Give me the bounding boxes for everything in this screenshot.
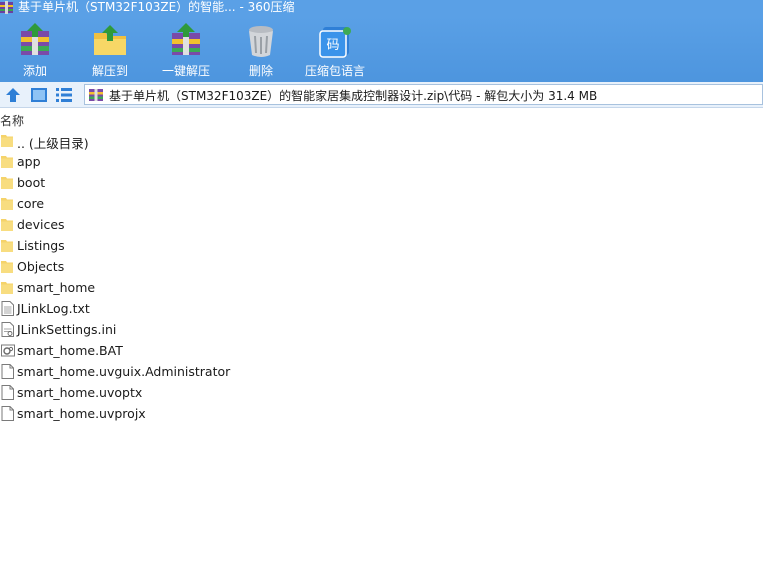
list-view-icon[interactable] bbox=[55, 86, 73, 104]
zip-archive-icon bbox=[89, 89, 103, 101]
file-name: Objects bbox=[17, 259, 65, 274]
delete-button[interactable]: 删除 bbox=[236, 16, 286, 82]
folder-icon bbox=[1, 261, 13, 273]
up-arrow-icon[interactable] bbox=[4, 86, 22, 104]
blank-file-icon bbox=[1, 406, 14, 421]
list-item-jlinksettings[interactable]: JLinkSettings.ini bbox=[0, 319, 763, 340]
add-button[interactable]: 添加 bbox=[10, 16, 60, 82]
thumbnail-view-icon[interactable] bbox=[30, 86, 48, 104]
file-name: Listings bbox=[17, 238, 65, 253]
text-file-icon bbox=[1, 301, 14, 316]
file-name: JLinkLog.txt bbox=[17, 301, 90, 316]
address-bar: 基于单片机（STM32F103ZE）的智能家居集成控制器设计.zip\代码 - … bbox=[0, 82, 763, 108]
folder-icon bbox=[1, 240, 13, 252]
column-name-header[interactable]: 名称 bbox=[0, 112, 24, 129]
window-title: 基于单片机（STM32F103ZE）的智能... - 360压缩 bbox=[18, 0, 295, 14]
folder-icon bbox=[1, 198, 13, 210]
column-header: 名称 bbox=[0, 110, 763, 130]
file-name: JLinkSettings.ini bbox=[17, 322, 117, 337]
list-item-app[interactable]: app bbox=[0, 151, 763, 172]
list-item-parent-dir[interactable]: .. (上级目录) bbox=[0, 130, 763, 151]
list-item-devices[interactable]: devices bbox=[0, 214, 763, 235]
one-click-extract-button-label: 一键解压 bbox=[161, 64, 210, 78]
path-box[interactable]: 基于单片机（STM32F103ZE）的智能家居集成控制器设计.zip\代码 - … bbox=[84, 84, 763, 105]
list-item-bat[interactable]: smart_home.BAT bbox=[0, 340, 763, 361]
archive-language-button[interactable]: 码 压缩包语言 bbox=[300, 16, 370, 82]
file-name: smart_home.uvoptx bbox=[17, 385, 143, 400]
blank-file-icon bbox=[1, 385, 14, 400]
file-name: core bbox=[17, 196, 45, 211]
delete-button-label: 删除 bbox=[248, 64, 273, 78]
file-list: .. (上级目录) app boot core devices Listings… bbox=[0, 130, 763, 424]
folder-icon bbox=[1, 156, 13, 168]
file-name: boot bbox=[17, 175, 46, 190]
file-name: smart_home.uvguix.Administrator bbox=[17, 364, 231, 379]
extract-to-icon bbox=[94, 25, 126, 55]
list-item-uvprojx[interactable]: smart_home.uvprojx bbox=[0, 403, 763, 424]
list-item-uvguix[interactable]: smart_home.uvguix.Administrator bbox=[0, 361, 763, 382]
folder-icon bbox=[1, 282, 13, 294]
file-name: smart_home.BAT bbox=[17, 343, 123, 358]
folder-icon bbox=[1, 219, 13, 231]
archive-language-button-label: 压缩包语言 bbox=[304, 64, 365, 78]
extract-to-button[interactable]: 解压到 bbox=[85, 16, 135, 82]
svg-text:码: 码 bbox=[326, 38, 339, 53]
list-item-jlinklog[interactable]: JLinkLog.txt bbox=[0, 298, 763, 319]
add-button-label: 添加 bbox=[22, 64, 47, 78]
list-item-objects[interactable]: Objects bbox=[0, 256, 763, 277]
list-item-uvoptx[interactable]: smart_home.uvoptx bbox=[0, 382, 763, 403]
archive-path-text: 基于单片机（STM32F103ZE）的智能家居集成控制器设计.zip\代码 - … bbox=[109, 89, 598, 103]
file-name: devices bbox=[17, 217, 65, 232]
title-bar: 基于单片机（STM32F103ZE）的智能... - 360压缩 bbox=[0, 0, 763, 16]
file-name: app bbox=[17, 154, 41, 169]
file-name: smart_home bbox=[17, 280, 96, 295]
list-item-smart-home[interactable]: smart_home bbox=[0, 277, 763, 298]
one-click-extract-button[interactable]: 一键解压 bbox=[155, 16, 217, 82]
folder-icon bbox=[1, 177, 13, 189]
blank-file-icon bbox=[1, 364, 14, 379]
folder-icon bbox=[1, 135, 13, 147]
file-name: smart_home.uvprojx bbox=[17, 406, 146, 421]
360zip-app-icon bbox=[0, 1, 13, 14]
add-archive-icon bbox=[21, 23, 49, 55]
list-item-core[interactable]: core bbox=[0, 193, 763, 214]
list-item-boot[interactable]: boot bbox=[0, 172, 763, 193]
gear-icon bbox=[1, 344, 15, 357]
settings-file-icon bbox=[1, 322, 14, 337]
extract-to-button-label: 解压到 bbox=[91, 64, 128, 78]
delete-trash-icon bbox=[249, 26, 273, 57]
toolbar: 添加 解压到 一键解压 删除 码 压缩包语言 bbox=[0, 16, 763, 82]
one-click-extract-icon bbox=[172, 23, 200, 55]
archive-language-icon: 码 bbox=[319, 27, 351, 58]
list-item-listings[interactable]: Listings bbox=[0, 235, 763, 256]
file-name: .. (上级目录) bbox=[17, 136, 89, 151]
